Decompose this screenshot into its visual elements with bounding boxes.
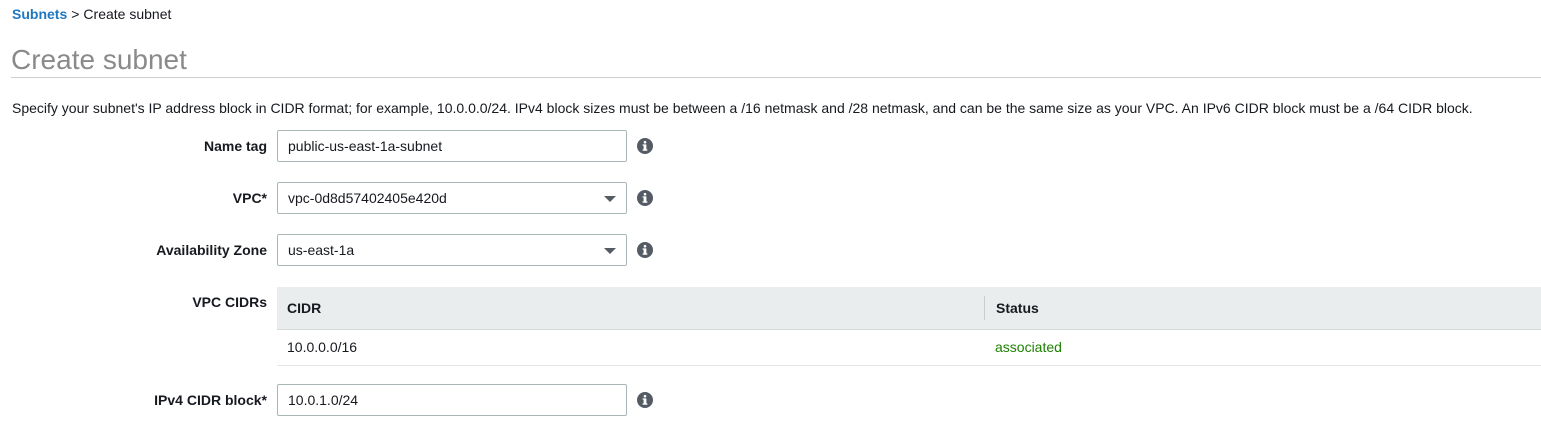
- vpc-select[interactable]: vpc-0d8d57402405e420d: [277, 182, 627, 214]
- breadcrumb-link-subnets[interactable]: Subnets: [12, 6, 67, 22]
- table-row: 10.0.0.0/16 associated: [277, 330, 1541, 366]
- info-icon[interactable]: [637, 190, 653, 206]
- title-divider: [11, 77, 1541, 78]
- vpc-row: VPC* vpc-0d8d57402405e420d: [0, 182, 1541, 214]
- breadcrumb: Subnets > Create subnet: [12, 6, 171, 22]
- info-icon[interactable]: [637, 138, 653, 154]
- info-icon[interactable]: [637, 392, 653, 408]
- ipv4-cidr-label: IPv4 CIDR block*: [154, 392, 267, 408]
- vpc-select-value: vpc-0d8d57402405e420d: [288, 190, 447, 206]
- ipv4-cidr-input[interactable]: [277, 384, 627, 416]
- availability-zone-row: Availability Zone us-east-1a: [0, 234, 1541, 266]
- name-tag-input[interactable]: [277, 130, 627, 162]
- column-header-status: Status: [996, 300, 1039, 316]
- vpc-cidrs-table: CIDR Status 10.0.0.0/16 associated: [277, 287, 1541, 366]
- ipv4-cidr-row: IPv4 CIDR block*: [0, 384, 1541, 416]
- vpc-label: VPC*: [232, 190, 267, 206]
- cidr-cell: 10.0.0.0/16: [287, 339, 358, 355]
- caret-down-icon: [604, 248, 616, 254]
- breadcrumb-current: Create subnet: [83, 6, 172, 22]
- vpc-cidrs-row: VPC CIDRs: [0, 287, 270, 317]
- breadcrumb-separator: >: [71, 6, 80, 22]
- name-tag-label: Name tag: [203, 138, 267, 154]
- column-divider: [984, 296, 985, 320]
- caret-down-icon: [604, 196, 616, 202]
- availability-zone-label: Availability Zone: [156, 242, 267, 258]
- info-icon[interactable]: [637, 242, 653, 258]
- availability-zone-select[interactable]: us-east-1a: [277, 234, 627, 266]
- page-title: Create subnet: [11, 44, 187, 75]
- status-cell: associated: [995, 339, 1062, 355]
- page-description: Specify your subnet's IP address block i…: [12, 100, 1473, 116]
- vpc-cidrs-label: VPC CIDRs: [192, 294, 267, 310]
- name-tag-row: Name tag: [0, 130, 1541, 162]
- column-header-cidr: CIDR: [287, 300, 322, 316]
- table-header: CIDR Status: [277, 287, 1541, 330]
- availability-zone-select-value: us-east-1a: [288, 242, 355, 258]
